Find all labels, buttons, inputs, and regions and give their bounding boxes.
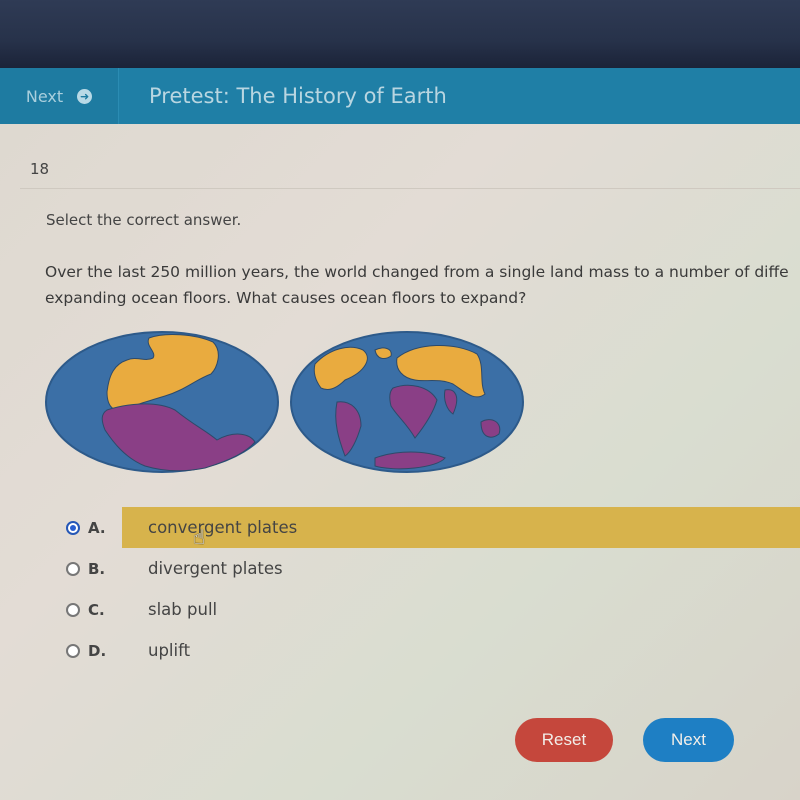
next-button[interactable]: Next — [643, 718, 734, 762]
radio-d[interactable] — [66, 643, 80, 658]
pangaea-map — [45, 331, 279, 473]
world-maps-image — [45, 331, 524, 473]
answer-text: slab pull — [148, 600, 218, 619]
answer-letter: D. — [88, 641, 107, 660]
answer-text: uplift — [148, 641, 191, 660]
question-text: Over the last 250 million years, the wor… — [45, 259, 800, 311]
answer-option-b[interactable]: B. divergent plates — [60, 548, 800, 589]
answer-list: A. convergent plates ☝ B. divergent plat… — [60, 507, 800, 671]
top-bar: Next ➜ Pretest: The History of Earth — [0, 68, 800, 124]
answer-text: convergent plates — [148, 518, 298, 537]
answer-option-c[interactable]: C. slab pull — [60, 589, 800, 630]
answer-letter: B. — [88, 559, 106, 578]
question-instruction: Select the correct answer. — [46, 211, 242, 229]
present-day-map — [290, 331, 524, 473]
answer-option-d[interactable]: D. uplift — [60, 630, 800, 671]
nav-next-label: Next — [25, 86, 64, 106]
reset-button[interactable]: Reset — [515, 718, 613, 762]
answer-option-a[interactable]: A. convergent plates ☝ — [60, 507, 800, 549]
question-text-line1: Over the last 250 million years, the wor… — [45, 263, 789, 281]
radio-c[interactable] — [66, 602, 80, 617]
answer-letter: A. — [88, 518, 106, 537]
page-title: Pretest: The History of Earth — [149, 84, 447, 108]
question-text-line2: expanding ocean floors. What causes ocea… — [45, 289, 527, 307]
radio-b[interactable] — [66, 561, 80, 576]
radio-a[interactable] — [66, 520, 80, 535]
divider — [20, 188, 800, 189]
nav-next-button[interactable]: Next ➜ — [0, 68, 119, 124]
question-number: 18 — [30, 160, 50, 178]
answer-letter: C. — [88, 600, 105, 619]
hand-cursor-icon: ☝ — [193, 525, 206, 549]
monitor-bezel — [0, 0, 800, 68]
answer-text: divergent plates — [148, 559, 283, 578]
arrow-right-circle-icon: ➜ — [77, 88, 93, 104]
